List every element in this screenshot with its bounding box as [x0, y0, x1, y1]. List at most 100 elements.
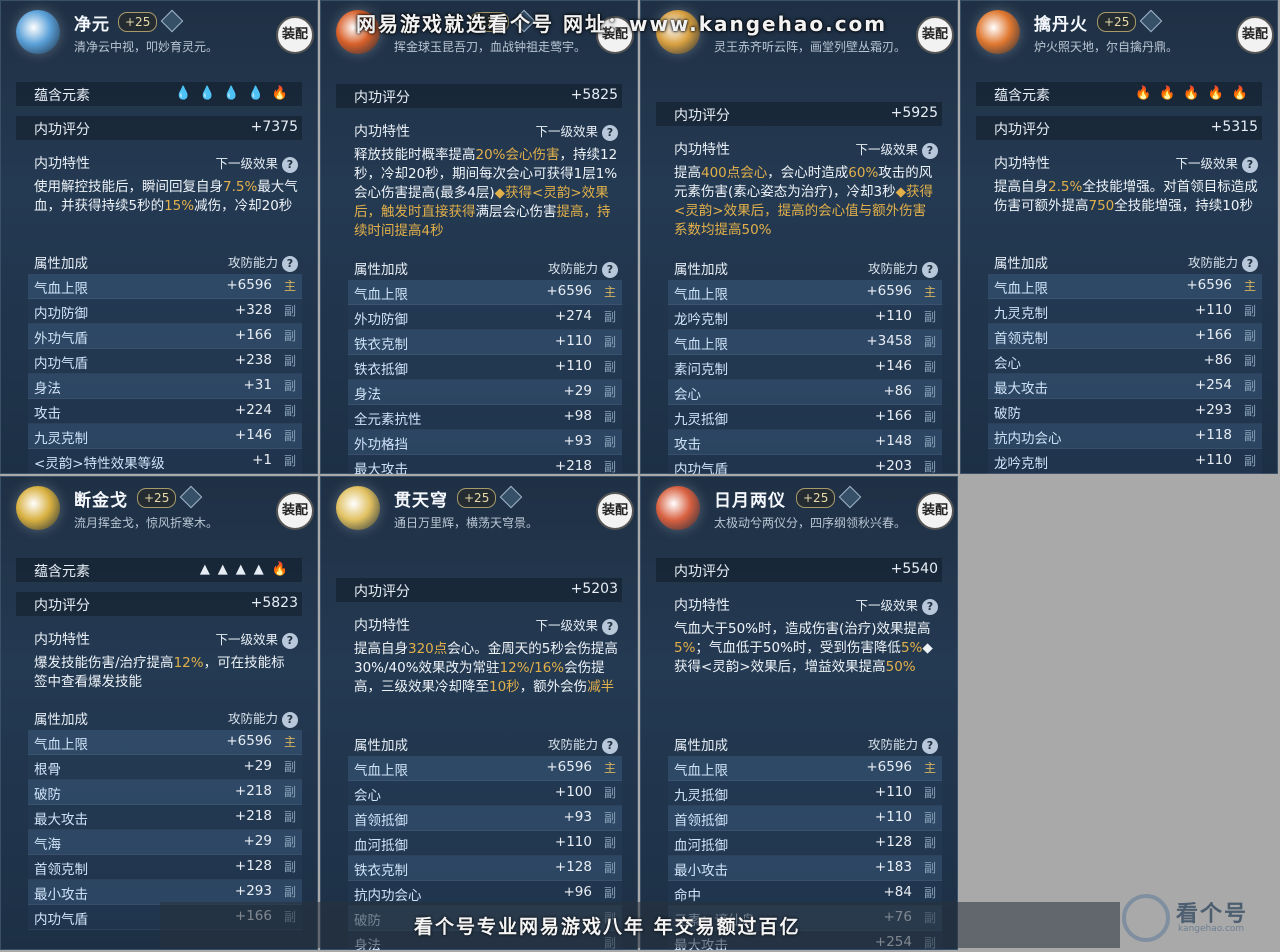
- help-icon[interactable]: ?: [1242, 157, 1258, 173]
- next-level-link[interactable]: 下一级效果?: [855, 595, 938, 615]
- help-icon[interactable]: ?: [602, 125, 618, 141]
- attribute-row: 最大攻击 +218 副: [348, 455, 622, 474]
- score-value: +5315: [1210, 119, 1258, 135]
- attribute-tag: 副: [1243, 304, 1256, 318]
- description-segment: 释放技能时概率提高: [354, 147, 476, 163]
- attribute-tag: 副: [923, 360, 936, 374]
- attribute-mode[interactable]: 攻防能力?: [868, 258, 938, 278]
- attribute-name: 最大攻击: [34, 812, 88, 828]
- attribute-value: +183: [874, 859, 912, 875]
- card-subtitle: 挥金球玉昆吾刀，血战钟祖走莺宇。: [394, 40, 587, 54]
- site-logo: 看个号 kangehao.com: [1120, 892, 1270, 942]
- attribute-value: +6596: [546, 759, 592, 775]
- equip-button[interactable]: 装配: [916, 492, 954, 530]
- help-icon[interactable]: ?: [602, 619, 618, 635]
- attribute-mode[interactable]: 攻防能力?: [868, 734, 938, 754]
- description-segment: 满层会心伤害: [475, 204, 557, 220]
- help-icon[interactable]: ?: [282, 633, 298, 649]
- equip-button[interactable]: 装配: [276, 16, 314, 54]
- description-segment: ，会心时造成: [767, 165, 849, 181]
- attribute-name: 身法: [354, 387, 381, 403]
- attribute-mode[interactable]: 攻防能力?: [1188, 252, 1258, 272]
- next-level-label: 下一级效果: [215, 156, 278, 171]
- attribute-tag: 副: [1243, 379, 1256, 393]
- attribute-row: 九灵克制 +146 副: [28, 424, 302, 449]
- attribute-tag: 主: [603, 761, 616, 775]
- score-label: 内功评分: [994, 122, 1050, 138]
- attribute-value: +93: [563, 433, 593, 449]
- attribute-row: 会心 +86 副: [988, 349, 1262, 374]
- equip-button[interactable]: 装配: [276, 492, 314, 530]
- card-title: 贯天穹: [394, 491, 448, 511]
- attribute-mode[interactable]: 攻防能力?: [548, 258, 618, 278]
- attribute-name: 血河抵御: [354, 838, 408, 854]
- attribute-tag: 副: [923, 836, 936, 850]
- attribute-mode-label: 攻防能力: [547, 261, 598, 276]
- help-icon[interactable]: ?: [922, 738, 938, 754]
- equipment-card: 日月两仪 +25 太极动兮两仪分，四序纲领秋兴春。 装配 内功评分 +5540 内功特性 下一…: [640, 476, 958, 950]
- attribute-name: 会心: [354, 788, 381, 804]
- attribute-name: 破防: [994, 406, 1021, 422]
- next-level-label: 下一级效果: [215, 632, 278, 647]
- attribute-tag: 副: [283, 304, 296, 318]
- attribute-value: +110: [874, 308, 912, 324]
- attribute-list: 气血上限 +6596 主龙吟克制 +110 副气血上限 +3458 副素问克制 +146 副会心…: [668, 280, 942, 474]
- next-level-link[interactable]: 下一级效果?: [855, 139, 938, 159]
- attribute-tag: 副: [603, 460, 616, 474]
- attribute-name: 外功格挡: [354, 437, 408, 453]
- next-level-link[interactable]: 下一级效果?: [215, 629, 298, 649]
- attribute-header: 属性加成 攻防能力?: [16, 250, 302, 272]
- attribute-tag: 副: [283, 785, 296, 799]
- next-level-link[interactable]: 下一级效果?: [535, 121, 618, 141]
- attribute-tag: 副: [923, 435, 936, 449]
- attribute-tag: 主: [1243, 279, 1256, 293]
- attribute-row: 身法 +31 副: [28, 374, 302, 399]
- score-label: 内功评分: [674, 564, 730, 580]
- attribute-name: 九灵克制: [34, 431, 88, 447]
- attribute-name: 最大攻击: [354, 462, 408, 474]
- description-segment: 使用解控技能后，瞬间回复自身: [34, 179, 223, 195]
- score-value: +5825: [570, 87, 618, 103]
- help-icon[interactable]: ?: [922, 599, 938, 615]
- attribute-value: +110: [554, 333, 592, 349]
- equipment-emblem-icon: [656, 486, 700, 530]
- help-icon[interactable]: ?: [282, 256, 298, 272]
- attribute-mode[interactable]: 攻防能力?: [228, 252, 298, 272]
- attribute-name: 九灵抵御: [674, 412, 728, 428]
- attribute-name: 攻击: [674, 437, 701, 453]
- attribute-tag: 副: [1243, 454, 1256, 468]
- card-subtitle: 炉火照天地，尔自擒丹鼎。: [1034, 40, 1179, 54]
- next-level-link[interactable]: 下一级效果?: [215, 153, 298, 173]
- attribute-tag: 副: [603, 811, 616, 825]
- next-level-link[interactable]: 下一级效果?: [1175, 153, 1258, 173]
- equipment-emblem-icon: [976, 10, 1020, 54]
- equipment-card: 灵王赤齐听云阵，画堂列壁丛霜刃。 装配 内功评分 +5925 内功特性 下一级效果? 提高4…: [640, 0, 958, 474]
- attribute-row: 抗内功会心 +118 副: [988, 424, 1262, 449]
- equip-button[interactable]: 装配: [916, 16, 954, 54]
- description-segment: 20%会心伤害: [475, 147, 560, 163]
- attribute-value: +29: [243, 758, 273, 774]
- equip-button[interactable]: 装配: [1236, 16, 1274, 54]
- trait-label: 内功特性: [354, 618, 410, 634]
- attribute-mode-label: 攻防能力: [227, 711, 278, 726]
- help-icon[interactable]: ?: [1242, 256, 1258, 272]
- trait-label: 内功特性: [674, 598, 730, 614]
- attribute-name: 内功气盾: [34, 356, 88, 372]
- attribute-name: 会心: [994, 356, 1021, 372]
- attribute-mode[interactable]: 攻防能力?: [228, 708, 298, 728]
- logo-ring-icon: [1122, 894, 1170, 942]
- help-icon[interactable]: ?: [602, 262, 618, 278]
- grade-gem-icon: [160, 9, 184, 33]
- attribute-tag: 副: [283, 810, 296, 824]
- help-icon[interactable]: ?: [602, 738, 618, 754]
- attribute-tag: 副: [923, 861, 936, 875]
- help-icon[interactable]: ?: [922, 143, 938, 159]
- attribute-mode[interactable]: 攻防能力?: [548, 734, 618, 754]
- equip-button[interactable]: 装配: [596, 492, 634, 530]
- attribute-tag: 副: [923, 310, 936, 324]
- help-icon[interactable]: ?: [282, 712, 298, 728]
- help-icon[interactable]: ?: [282, 157, 298, 173]
- equipment-card: 净元 +25 清净云中视，叩妙育灵元。 装配 蕴含元素 💧💧💧💧🔥 内功评分 +7375 内功特…: [0, 0, 318, 474]
- help-icon[interactable]: ?: [922, 262, 938, 278]
- next-level-link[interactable]: 下一级效果?: [535, 615, 618, 635]
